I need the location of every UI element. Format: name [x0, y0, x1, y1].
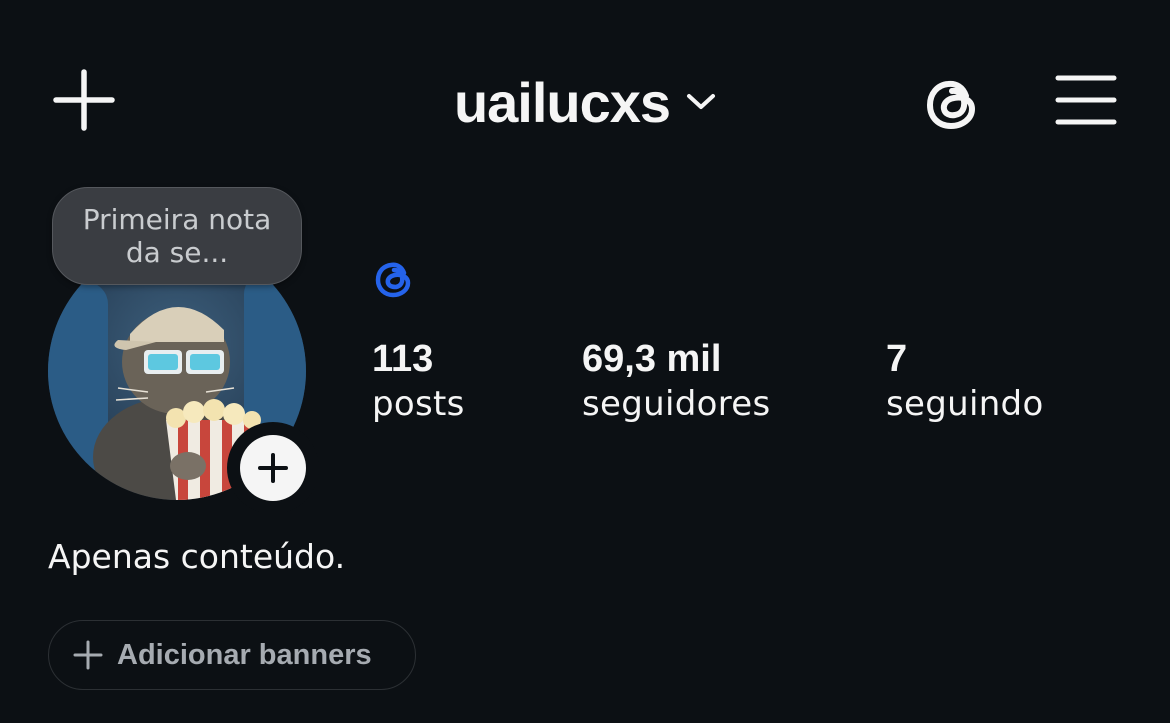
stat-label: posts: [372, 384, 465, 424]
profile-bio: Apenas conteúdo.: [48, 537, 346, 576]
stat-value: 113: [372, 338, 434, 380]
threads-icon: [926, 80, 976, 130]
stat-followers[interactable]: 69,3 mil seguidores: [582, 336, 770, 426]
menu-button[interactable]: [1048, 64, 1124, 136]
plus-icon: [53, 69, 115, 131]
stat-value: 69,3 mil: [582, 338, 722, 380]
account-switcher[interactable]: uailucxs: [400, 60, 770, 144]
add-story-circle: [240, 435, 306, 501]
threads-badge[interactable]: [372, 256, 418, 302]
plus-icon: [73, 640, 103, 670]
add-banners-button[interactable]: Adicionar banners: [48, 620, 416, 690]
stat-label: seguidores: [582, 384, 771, 424]
username: uailucxs: [453, 70, 671, 134]
note-text: Primeira nota da se...: [82, 203, 272, 269]
stat-label: seguindo: [886, 384, 1044, 424]
threads-badge-icon: [375, 262, 411, 298]
stat-value: 7: [886, 338, 908, 380]
stat-posts[interactable]: 113 posts: [372, 336, 465, 426]
add-banners-label: Adicionar banners: [117, 638, 372, 671]
hamburger-menu-icon: [1055, 75, 1117, 125]
create-button[interactable]: [48, 64, 120, 136]
stat-following[interactable]: 7 seguindo: [886, 336, 1044, 426]
profile-note[interactable]: Primeira nota da se...: [52, 187, 302, 285]
chevron-down-icon: [687, 94, 716, 109]
add-story-button[interactable]: [227, 422, 319, 514]
plus-icon: [258, 453, 288, 483]
threads-button[interactable]: [912, 62, 996, 146]
